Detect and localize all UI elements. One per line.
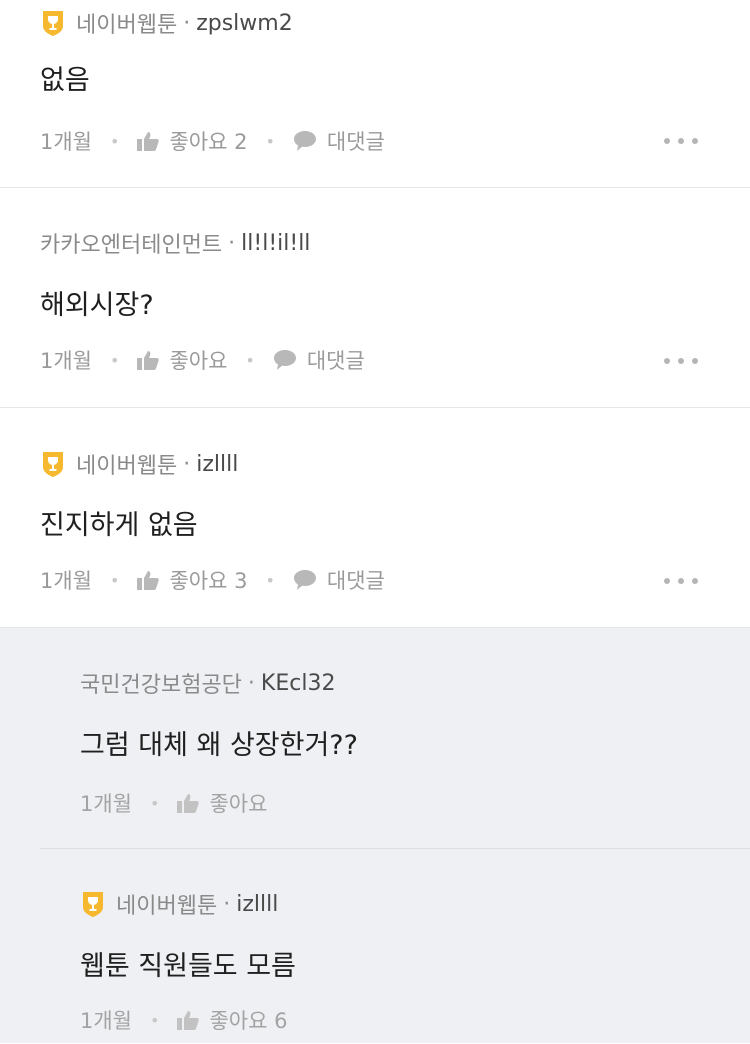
speech-bubble-icon xyxy=(293,570,316,590)
more-dot xyxy=(692,578,698,584)
company-name: 네이버웹툰 xyxy=(76,454,178,479)
meta-separator: • xyxy=(245,350,255,370)
nickname[interactable]: ll!l!il!ll xyxy=(241,231,310,256)
like-button[interactable]: 좋아요 xyxy=(137,345,227,375)
timestamp: 1개월 xyxy=(40,569,93,593)
comment-meta: 1개월 • 좋아요 2 • 대댓글 xyxy=(40,124,385,158)
comment-header: 네이버웹툰 · izllll xyxy=(40,449,238,479)
reply-meta: 1개월 • 좋아요 xyxy=(80,786,267,820)
comment-text: 없음 xyxy=(40,65,90,96)
reply-label: 대댓글 xyxy=(306,349,365,373)
nickname[interactable]: zpslwm2 xyxy=(196,11,293,36)
meta-separator: • xyxy=(150,1010,160,1030)
timestamp: 1개월 xyxy=(40,130,93,154)
timestamp: 1개월 xyxy=(40,349,93,373)
reply-button[interactable]: 대댓글 xyxy=(273,345,365,375)
company-name: 네이버웹툰 xyxy=(116,894,218,919)
trophy-badge-icon xyxy=(43,452,63,477)
speech-bubble-icon xyxy=(273,350,296,370)
nickname[interactable]: KEcl32 xyxy=(261,671,336,696)
separator: · xyxy=(247,670,255,696)
timestamp: 1개월 xyxy=(80,1009,133,1033)
comment-card: 카카오엔터테인먼트 · ll!l!il!ll 해외시장? 1개월 • 좋아요 •… xyxy=(0,188,750,408)
thumbs-up-icon xyxy=(137,571,160,590)
like-button[interactable]: 좋아요 3 xyxy=(137,565,247,595)
replies-section: 국민건강보험공단 · KEcl32 그럼 대체 왜 상장한거?? 1개월 • 좋… xyxy=(0,628,750,1043)
timestamp: 1개월 xyxy=(80,792,133,816)
comment-card: 네이버웹툰 · zpslwm2 없음 1개월 • 좋아요 2 • 대댓글 xyxy=(0,0,750,188)
thumbs-up-icon xyxy=(137,351,160,370)
more-dot xyxy=(678,138,684,144)
more-options-button[interactable] xyxy=(664,128,698,154)
reply-meta: 1개월 • 좋아요 6 xyxy=(80,1003,287,1037)
reply-header: 네이버웹툰 · izllll xyxy=(80,889,278,919)
nickname[interactable]: izllll xyxy=(196,452,238,477)
reply-header: 국민건강보험공단 · KEcl32 xyxy=(80,668,336,699)
more-dot xyxy=(664,578,670,584)
reply-card: 네이버웹툰 · izllll 웹툰 직원들도 모름 1개월 • 좋아요 6 xyxy=(0,849,750,1044)
comment-text: 해외시장? xyxy=(40,290,154,321)
comment-header: 네이버웹툰 · zpslwm2 xyxy=(40,8,293,38)
reply-label: 대댓글 xyxy=(326,569,385,593)
speech-bubble-icon xyxy=(293,131,316,151)
meta-separator: • xyxy=(110,570,120,590)
separator: · xyxy=(183,451,191,477)
meta-separator: • xyxy=(265,570,275,590)
thumbs-up-icon xyxy=(177,794,200,813)
more-options-button[interactable] xyxy=(664,348,698,374)
like-label: 좋아요 xyxy=(209,792,268,816)
like-label: 좋아요 3 xyxy=(169,569,248,593)
meta-separator: • xyxy=(110,350,120,370)
reply-label: 대댓글 xyxy=(326,130,385,154)
meta-separator: • xyxy=(110,131,120,151)
comment-card: 네이버웹툰 · izllll 진지하게 없음 1개월 • 좋아요 3 • 대댓글 xyxy=(0,408,750,628)
separator: · xyxy=(223,891,231,917)
like-label: 좋아요 6 xyxy=(209,1009,288,1033)
comment-text: 진지하게 없음 xyxy=(40,510,198,541)
thumbs-up-icon xyxy=(177,1011,200,1030)
meta-separator: • xyxy=(150,793,160,813)
meta-separator: • xyxy=(265,131,275,151)
company-name: 카카오엔터테인먼트 xyxy=(40,233,223,258)
comment-meta: 1개월 • 좋아요 3 • 대댓글 xyxy=(40,563,385,597)
more-dot xyxy=(664,138,670,144)
like-label: 좋아요 2 xyxy=(169,130,248,154)
separator: · xyxy=(183,10,191,36)
comment-meta: 1개월 • 좋아요 • 대댓글 xyxy=(40,343,365,377)
nickname[interactable]: izllll xyxy=(236,892,278,917)
more-dot xyxy=(664,358,670,364)
like-button[interactable]: 좋아요 xyxy=(177,788,267,818)
more-dot xyxy=(692,138,698,144)
trophy-badge-icon xyxy=(83,892,103,917)
more-dot xyxy=(692,358,698,364)
trophy-badge-icon xyxy=(43,11,63,36)
more-options-button[interactable] xyxy=(664,568,698,594)
separator: · xyxy=(228,230,236,256)
company-name: 네이버웹툰 xyxy=(76,13,178,38)
reply-text: 웹툰 직원들도 모름 xyxy=(80,951,296,982)
reply-text: 그럼 대체 왜 상장한거?? xyxy=(80,730,358,761)
like-button[interactable]: 좋아요 2 xyxy=(137,126,247,156)
like-button[interactable]: 좋아요 6 xyxy=(177,1005,287,1035)
company-name: 국민건강보험공단 xyxy=(80,673,242,698)
thumbs-up-icon xyxy=(137,132,160,151)
reply-button[interactable]: 대댓글 xyxy=(293,565,385,595)
like-label: 좋아요 xyxy=(169,349,228,373)
reply-button[interactable]: 대댓글 xyxy=(293,126,385,156)
reply-card: 국민건강보험공단 · KEcl32 그럼 대체 왜 상장한거?? 1개월 • 좋… xyxy=(40,628,750,849)
more-dot xyxy=(678,578,684,584)
more-dot xyxy=(678,358,684,364)
comment-header: 카카오엔터테인먼트 · ll!l!il!ll xyxy=(40,228,310,259)
